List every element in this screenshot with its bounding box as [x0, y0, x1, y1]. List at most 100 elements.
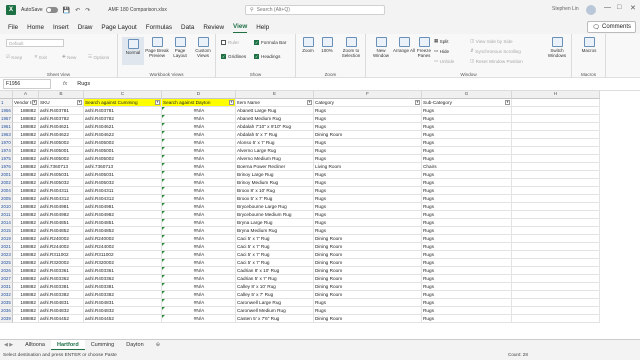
new-button[interactable]: ✚ New [62, 54, 76, 60]
dayton-cell[interactable]: #N/A [162, 139, 236, 147]
sub-category-cell[interactable]: Rugs [422, 299, 512, 307]
category-cell[interactable]: Rugs [314, 187, 422, 195]
vendor-id-cell[interactable]: 188882 [13, 155, 39, 163]
category-cell[interactable]: Dining Room [314, 259, 422, 267]
item-name-cell[interactable]: Abdalah 5' x 7' Rug [236, 131, 314, 139]
sub-category-cell[interactable]: Rugs [422, 219, 512, 227]
row-header[interactable]: 1963 [0, 131, 13, 139]
empty-cell[interactable] [512, 243, 600, 251]
dayton-cell[interactable]: #N/A [162, 267, 236, 275]
vendor-id-cell[interactable]: 188882 [13, 163, 39, 171]
vendor-id-cell[interactable]: 188882 [13, 275, 39, 283]
sku-cell[interactable]: ashl.R405032 [39, 179, 84, 187]
sku-cell[interactable]: ashl.R404621 [39, 123, 84, 131]
empty-cell[interactable] [512, 283, 600, 291]
vendor-id-cell[interactable]: 188882 [13, 211, 39, 219]
item-name-cell[interactable]: Caci 5' x 7' Rug [236, 259, 314, 267]
formula-input[interactable]: Rugs [77, 81, 90, 87]
zoom-button[interactable]: Zoom [299, 37, 317, 53]
cumming-cell[interactable]: ashl.R240002 [84, 235, 162, 243]
vendor-id-cell[interactable]: 188882 [13, 147, 39, 155]
sku-cell[interactable]: ashl.R244002 [39, 243, 84, 251]
sku-cell[interactable]: ashl.R404831 [39, 299, 84, 307]
sku-cell[interactable]: ashl.7360713 [39, 163, 84, 171]
cumming-cell[interactable]: ashl.R403382 [84, 291, 162, 299]
maximize-icon[interactable]: □ [617, 4, 621, 11]
item-name-cell[interactable]: Caci 5' x 7' Rug [236, 235, 314, 243]
category-cell[interactable]: Rugs [314, 147, 422, 155]
cumming-cell[interactable]: ashl.R404832 [84, 307, 162, 315]
sku-cell[interactable]: ashl.R404982 [39, 211, 84, 219]
empty-cell[interactable] [512, 219, 600, 227]
cumming-cell[interactable]: ashl.R405032 [84, 179, 162, 187]
vendor-id-cell[interactable]: 188882 [13, 195, 39, 203]
vendor-id-cell[interactable]: 188882 [13, 131, 39, 139]
empty-cell[interactable] [512, 299, 600, 307]
empty-cell[interactable] [512, 203, 600, 211]
dayton-cell[interactable]: #N/A [162, 275, 236, 283]
category-cell[interactable]: Dining Room [314, 315, 422, 323]
item-name-cell[interactable]: Alverno Medium Rug [236, 155, 314, 163]
cumming-cell[interactable]: ashl.R404981 [84, 203, 162, 211]
item-name-cell[interactable]: Casten 5' x 7'6" Rug [236, 315, 314, 323]
item-name-cell[interactable]: Alonso 5' x 7' Rug [236, 139, 314, 147]
dayton-cell[interactable]: #N/A [162, 259, 236, 267]
zoom-to-selection-button[interactable]: Zoom to Selection [338, 37, 364, 58]
dayton-cell[interactable]: #N/A [162, 123, 236, 131]
dayton-cell[interactable]: #N/A [162, 243, 236, 251]
comments-button[interactable]: 🗨 Comments [587, 21, 636, 33]
item-name-cell[interactable]: Broox 8' x 10' Rug [236, 187, 314, 195]
row-header[interactable]: 1 [0, 99, 13, 107]
cumming-cell[interactable]: ashl.R404831 [84, 299, 162, 307]
vendor-id-cell[interactable]: 188882 [13, 187, 39, 195]
empty-cell[interactable] [512, 179, 600, 187]
column-header-c[interactable]: C [84, 91, 162, 99]
sku-cell[interactable]: ashl.R404452 [39, 315, 84, 323]
column-header-h[interactable]: H [512, 91, 600, 99]
sku-cell[interactable]: ashl.R403361 [39, 267, 84, 275]
dayton-cell[interactable]: #N/A [162, 115, 236, 123]
cumming-cell[interactable]: ashl.R403361 [84, 267, 162, 275]
dayton-cell[interactable]: #N/A [162, 155, 236, 163]
dayton-cell[interactable]: #N/A [162, 291, 236, 299]
sku-cell[interactable]: ashl.R405001 [39, 147, 84, 155]
category-cell[interactable]: Dining Room [314, 251, 422, 259]
cumming-cell[interactable]: ashl.R404311 [84, 187, 162, 195]
vendor-id-cell[interactable]: 188882 [13, 307, 39, 315]
sku-cell[interactable]: ashl.R404311 [39, 187, 84, 195]
cumming-cell[interactable]: ashl.R404312 [84, 195, 162, 203]
vendor-id-cell[interactable]: 188882 [13, 219, 39, 227]
row-header[interactable]: 2026 [0, 267, 13, 275]
row-header[interactable]: 1957 [0, 115, 13, 123]
vendor-id-cell[interactable]: 188882 [13, 235, 39, 243]
item-name-cell[interactable]: Brinoy Medium Rug [236, 179, 314, 187]
options-button[interactable]: ☰ Options [88, 54, 109, 60]
tab-help[interactable]: Help [256, 22, 269, 33]
tab-view[interactable]: View [233, 21, 248, 33]
dayton-cell[interactable]: #N/A [162, 163, 236, 171]
sku-cell[interactable]: ashl.R311002 [39, 251, 84, 259]
zoom-100-button[interactable]: 100% [318, 37, 336, 53]
item-name-cell[interactable]: Caci 5' x 7' Rug [236, 243, 314, 251]
vendor-id-cell[interactable]: 188882 [13, 179, 39, 187]
column-header-b[interactable]: B [39, 91, 84, 99]
dayton-cell[interactable]: #N/A [162, 107, 236, 115]
dayton-cell[interactable]: #N/A [162, 299, 236, 307]
sub-category-cell[interactable]: Rugs [422, 155, 512, 163]
cumming-cell[interactable]: ashl.R244002 [84, 243, 162, 251]
dayton-cell[interactable]: #N/A [162, 307, 236, 315]
avatar[interactable] [586, 5, 596, 15]
cumming-cell[interactable]: ashl.R404452 [84, 315, 162, 323]
tab-file[interactable]: File [8, 22, 18, 33]
empty-cell[interactable] [512, 187, 600, 195]
column-header-a[interactable]: A [13, 91, 39, 99]
arrange-all-button[interactable]: Arrange All [393, 37, 415, 53]
row-header[interactable]: 2027 [0, 275, 13, 283]
sub-category-cell[interactable]: Rugs [422, 243, 512, 251]
row-header[interactable]: 2039 [0, 315, 13, 323]
sub-category-cell[interactable]: Rugs [422, 115, 512, 123]
empty-cell[interactable] [512, 251, 600, 259]
header-cell-cumming[interactable]: Search against Cumming ▾ [84, 99, 162, 107]
vendor-id-cell[interactable]: 188882 [13, 283, 39, 291]
item-name-cell[interactable]: Boerna Power Recliner [236, 163, 314, 171]
